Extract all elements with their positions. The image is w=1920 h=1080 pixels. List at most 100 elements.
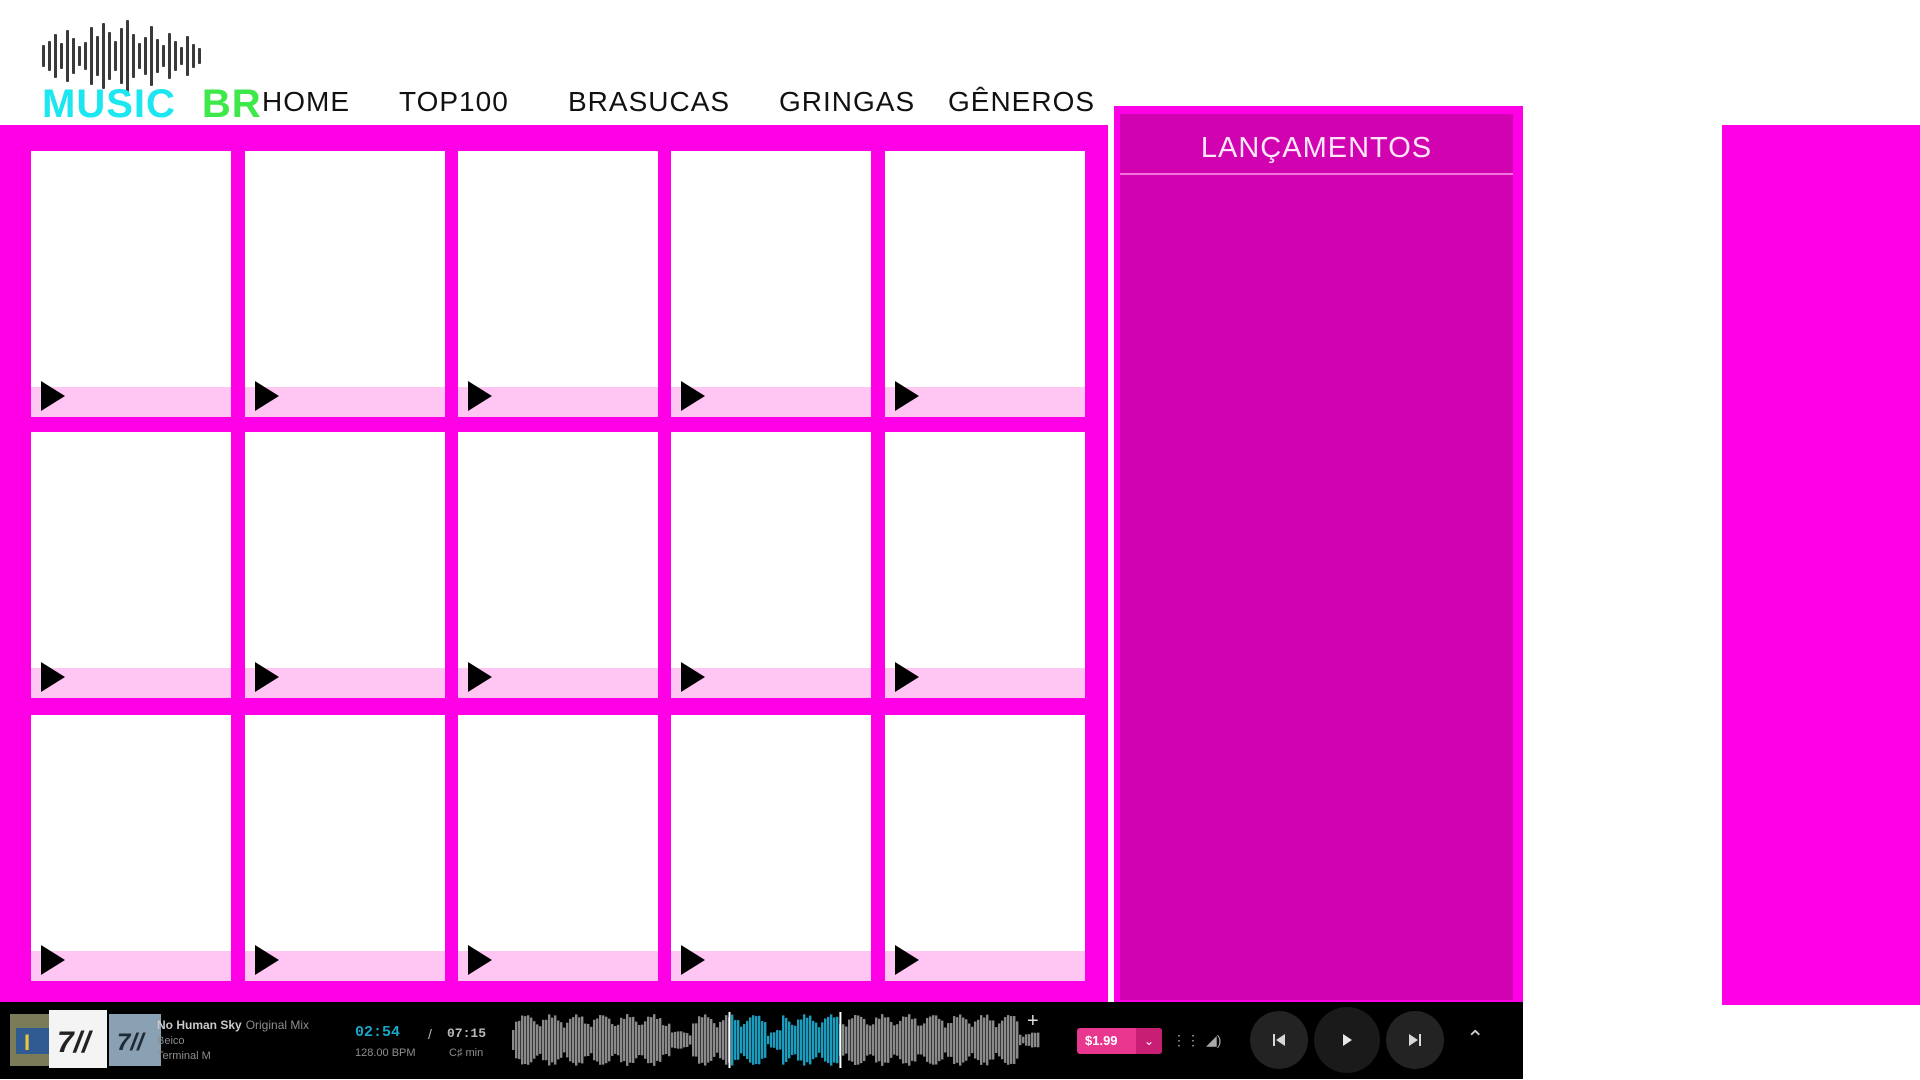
music-card[interactable]: [31, 432, 231, 698]
waveform-bar: [740, 1026, 743, 1054]
waveform-bar: [956, 1017, 959, 1063]
music-card[interactable]: [245, 151, 445, 417]
play-icon: [1343, 1034, 1352, 1046]
play-triangle-icon[interactable]: [41, 381, 65, 411]
waveform-bar: [878, 1018, 881, 1062]
music-card[interactable]: [458, 715, 658, 981]
play-triangle-icon[interactable]: [895, 945, 919, 975]
play-triangle-icon[interactable]: [468, 945, 492, 975]
waveform-bar: [545, 1019, 548, 1061]
waveform-bar: [917, 1025, 920, 1055]
nav-gringas[interactable]: GRINGAS: [779, 86, 915, 120]
waveform-bar: [755, 1016, 758, 1064]
volume-icon[interactable]: ◢): [1206, 1032, 1221, 1049]
waveform-bar: [632, 1016, 635, 1063]
album-art-current[interactable]: 7//: [49, 1010, 107, 1068]
play-triangle-icon[interactable]: [895, 662, 919, 692]
music-player-bar: I 7// 7// No Human Sky Original Mix Beico…: [0, 1002, 1523, 1079]
waveform-bar: [710, 1019, 713, 1061]
music-card[interactable]: [245, 715, 445, 981]
music-card[interactable]: [671, 715, 871, 981]
track-label[interactable]: Terminal M: [157, 1050, 211, 1062]
track-artist[interactable]: Beico: [157, 1035, 185, 1047]
music-card[interactable]: [31, 151, 231, 417]
waveform-bar: [869, 1025, 872, 1055]
waveform-marker: [728, 1012, 731, 1068]
track-title[interactable]: No Human Sky Original Mix: [157, 1018, 309, 1032]
waveform-bar: [920, 1025, 923, 1055]
waveform-bar: [788, 1021, 791, 1059]
waveform-bar: [677, 1031, 680, 1049]
music-card[interactable]: [885, 715, 1085, 981]
nav-generos[interactable]: GÊNEROS: [948, 86, 1095, 120]
play-triangle-icon[interactable]: [468, 381, 492, 411]
play-triangle-icon[interactable]: [681, 945, 705, 975]
waveform-bar: [761, 1021, 764, 1059]
waveform-bar: [563, 1027, 566, 1053]
waveform-bar: [608, 1018, 611, 1062]
play-button[interactable]: [1314, 1007, 1380, 1073]
queue-icon[interactable]: ⋮⋮: [1172, 1032, 1200, 1049]
waveform-bar: [842, 1024, 845, 1056]
play-triangle-icon[interactable]: [681, 662, 705, 692]
music-card[interactable]: [671, 432, 871, 698]
waveform-bar: [905, 1016, 908, 1064]
waveform-bar: [644, 1021, 647, 1059]
waveform-bar: [998, 1023, 1001, 1057]
waveform-bar: [704, 1014, 707, 1066]
waveform-bar: [800, 1019, 803, 1061]
nav-home[interactable]: HOME: [262, 86, 350, 120]
chevron-up-icon[interactable]: ⌃: [1466, 1026, 1484, 1052]
buy-track-button[interactable]: $1.99 ⌄: [1077, 1028, 1162, 1054]
svg-text:I: I: [24, 1030, 30, 1055]
play-triangle-icon[interactable]: [41, 945, 65, 975]
waveform-bar: [875, 1017, 878, 1063]
music-card[interactable]: [458, 151, 658, 417]
waveform-bar: [575, 1014, 578, 1066]
waveform-bar: [707, 1017, 710, 1063]
waveform-bar: [578, 1017, 581, 1063]
play-triangle-icon[interactable]: [468, 662, 492, 692]
next-button[interactable]: [1386, 1011, 1444, 1069]
music-card[interactable]: [671, 151, 871, 417]
waveform-bar: [965, 1019, 968, 1061]
waveform-bar: [629, 1017, 632, 1063]
site-logo[interactable]: MUSIC BR: [42, 20, 261, 124]
chevron-down-icon[interactable]: ⌄: [1136, 1028, 1162, 1054]
waveform-bar: [695, 1023, 698, 1057]
play-triangle-icon[interactable]: [255, 662, 279, 692]
waveform-scrubber[interactable]: [512, 1012, 1040, 1068]
music-card[interactable]: [31, 715, 231, 981]
waveform-bar: [1007, 1015, 1010, 1065]
time-total: 07:15: [447, 1026, 487, 1041]
waveform-bar: [872, 1024, 875, 1056]
play-triangle-icon[interactable]: [255, 381, 279, 411]
nav-brasucas[interactable]: BRASUCAS: [568, 86, 730, 120]
previous-button[interactable]: [1250, 1011, 1308, 1069]
play-triangle-icon[interactable]: [681, 381, 705, 411]
waveform-bar: [683, 1032, 686, 1048]
waveform-bar: [767, 1035, 770, 1045]
play-triangle-icon[interactable]: [41, 662, 65, 692]
waveform-bar: [659, 1018, 662, 1062]
waveform-bar: [539, 1026, 542, 1054]
waveform-bar: [1016, 1021, 1019, 1059]
play-triangle-icon[interactable]: [255, 945, 279, 975]
waveform-bar: [743, 1024, 746, 1057]
waveform-bar: [734, 1020, 737, 1060]
waveform-bar: [719, 1021, 722, 1059]
waveform-bar: [581, 1016, 584, 1064]
music-card[interactable]: [885, 432, 1085, 698]
waveform-bar: [647, 1016, 650, 1064]
music-card[interactable]: [458, 432, 658, 698]
nav-top100[interactable]: TOP100: [399, 86, 509, 120]
album-art-next[interactable]: 7//: [109, 1014, 161, 1066]
music-card[interactable]: [885, 151, 1085, 417]
waveform-marker: [839, 1012, 842, 1068]
play-triangle-icon[interactable]: [895, 381, 919, 411]
waveform-bar: [527, 1015, 530, 1065]
waveform-bar: [854, 1015, 857, 1065]
waveform-bar: [653, 1014, 656, 1066]
plus-icon[interactable]: +: [1027, 1010, 1039, 1033]
music-card[interactable]: [245, 432, 445, 698]
